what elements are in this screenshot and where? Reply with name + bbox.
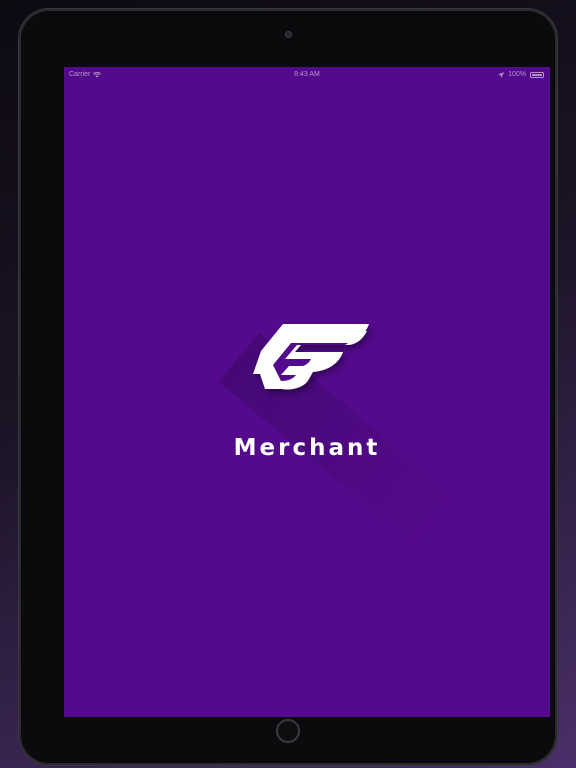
merchant-logo: [253, 324, 369, 390]
battery-fill: [532, 74, 542, 76]
front-camera: [285, 31, 292, 38]
app-name-title: Merchant: [233, 435, 381, 461]
home-button[interactable]: [276, 719, 300, 743]
battery-percent: 100%: [508, 71, 526, 78]
status-bar: Carrier 8:43 AM 100%: [64, 67, 550, 83]
battery-icon: [530, 72, 544, 78]
ipad-device-frame: Carrier 8:43 AM 100% Merchant: [19, 9, 557, 765]
status-time: 8:43 AM: [294, 71, 320, 78]
app-screen: Carrier 8:43 AM 100% Merchant: [64, 67, 550, 717]
location-arrow-icon: [498, 72, 505, 78]
